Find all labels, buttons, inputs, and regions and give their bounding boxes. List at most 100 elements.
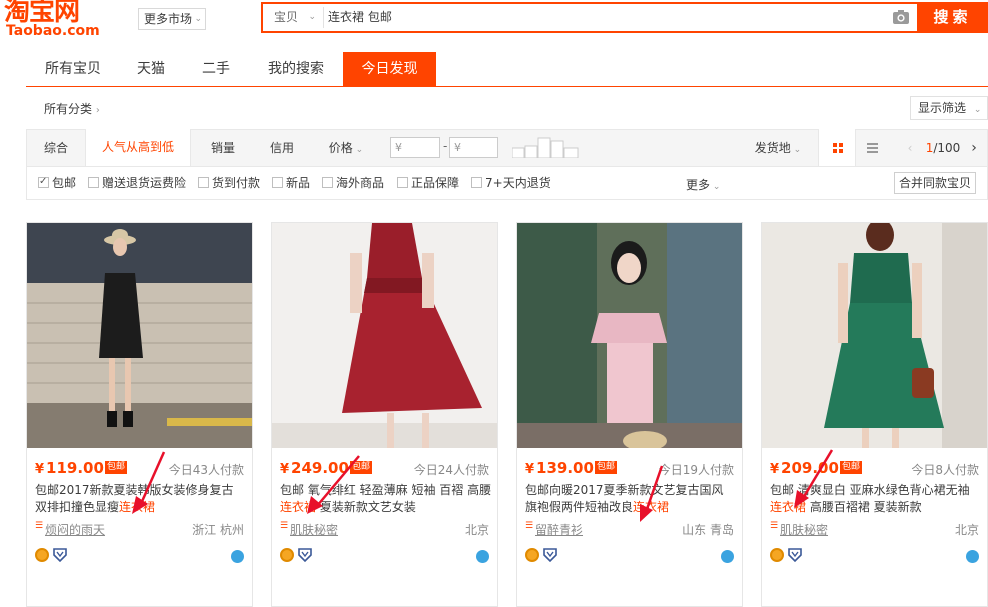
shield-icon[interactable] [788,548,802,562]
merge-same-items-button[interactable]: 合并同款宝贝 [894,172,976,194]
camera-icon[interactable] [892,9,910,25]
shield-icon[interactable] [53,548,67,562]
wangwang-chat-icon[interactable] [721,550,734,563]
search-scope-label: 宝贝 [274,10,299,24]
ship-from-label: 发货地 [754,141,791,155]
page-total: /100 [933,141,961,155]
gold-seller-icon[interactable] [770,548,784,562]
product-image[interactable] [517,223,742,448]
show-filter-dropdown[interactable]: 显示筛选 ⌄ [910,96,988,120]
filter-authentic[interactable]: 正品保障 [397,176,459,190]
shop-location: 山东 青岛 [682,523,734,537]
all-categories-label: 所有分类 [44,102,93,116]
payment-count: 今日19人付款 [658,463,734,477]
sort-price[interactable]: 价格 ⌄ [321,130,371,166]
price-range-dash: - [443,139,448,153]
price-distribution-icon[interactable] [512,136,580,158]
search-scope-dropdown[interactable]: 宝贝 ⌄ [268,7,324,28]
shop-link[interactable]: 肌肤秘密 [770,521,828,538]
product-card[interactable]: ¥249.00 包邮 今日24人付款 包邮 氧气绯红 轻盈薄麻 短袖 百褶 高腰… [271,222,498,607]
title-text: 双排扣撞色显瘦 [35,500,120,514]
tab-my-search[interactable]: 我的搜索 [250,52,342,87]
filter-label: 包邮 [52,176,77,190]
title-line: 包邮向暖2017夏季新款文艺复古国风 [525,483,724,497]
product-card[interactable]: ¥209.00 包邮 今日8人付款 包邮 清爽显白 亚麻水绿色背心裙无袖 连衣裙… [761,222,988,607]
product-card[interactable]: ¥139.00 包邮 今日19人付款 包邮向暖2017夏季新款文艺复古国风 旗袍… [516,222,743,607]
filter-overseas[interactable]: 海外商品 [322,176,384,190]
list-view-icon[interactable] [858,129,888,166]
filter-cod[interactable]: 货到付款 [198,176,260,190]
taobao-logo[interactable]: 淘宝网 Taobao.com [4,0,124,40]
checkbox-icon [471,177,482,188]
price-max-input[interactable]: ¥ [449,137,498,158]
shield-icon[interactable] [298,548,312,562]
filter-new[interactable]: 新品 [272,176,310,190]
gold-seller-icon[interactable] [35,548,49,562]
ship-from-dropdown[interactable]: 发货地 ⌄ [745,130,811,166]
annotation-arrow-icon [307,455,360,514]
free-shipping-badge: 包邮 [105,461,128,474]
tab-today-discovery[interactable]: 今日发现 [343,52,436,87]
shop-link[interactable]: 烦闷的雨天 [35,521,105,538]
product-price: ¥119.00 [35,459,104,477]
payment-count: 今日8人付款 [911,463,979,477]
wangwang-chat-icon[interactable] [966,550,979,563]
shop-location: 北京 [464,523,489,537]
page-indicator: 1/100 [923,130,963,166]
show-filter-label: 显示筛选 [918,101,967,115]
grid-view-icon[interactable] [818,129,856,166]
product-image[interactable] [762,223,987,448]
more-markets-label: 更多市场 [144,12,193,26]
checkbox-icon [88,177,99,188]
shield-icon[interactable] [543,548,557,562]
price-value: 119.00 [46,459,104,477]
all-categories[interactable]: 所有分类 › [44,100,100,117]
shop-link[interactable]: 留醉青衫 [525,521,583,538]
page-prev-icon[interactable]: ‹ [903,130,917,166]
search-button[interactable]: 搜索 [917,2,988,33]
payment-count: 今日43人付款 [168,463,244,477]
gold-seller-icon[interactable] [280,548,294,562]
page-next-icon[interactable]: › [967,130,981,166]
filter-7day-return[interactable]: 7+天内退货 [471,176,551,190]
product-card[interactable]: ¥119.00 包邮 今日43人付款 包邮2017新款夏装韩版女装修身复古 双排… [26,222,253,607]
product-image[interactable] [27,223,252,448]
search-input[interactable] [328,7,868,28]
filter-label: 货到付款 [212,176,261,190]
search-tabs: 所有宝贝 天猫 二手 我的搜索 今日发现 [26,52,988,87]
chevron-down-icon: ⌄ [308,12,316,22]
product-title[interactable]: 包邮向暖2017夏季新款文艺复古国风 旗袍假两件短袖改良连衣裙 [525,482,737,516]
more-filters-button[interactable]: 更多 ⌄ [686,176,720,193]
filter-label: 7+天内退货 [485,176,551,190]
annotation-arrow-icon [132,451,166,514]
tab-all-items[interactable]: 所有宝贝 [26,52,120,87]
shop-link[interactable]: 肌肤秘密 [280,521,338,538]
price-min-input[interactable]: ¥ [390,137,440,158]
filter-free-shipping[interactable]: 包邮 [38,175,77,190]
tab-second-hand[interactable]: 二手 [182,52,250,87]
sort-price-label: 价格 [328,141,353,155]
chevron-right-icon: › [95,105,100,116]
chevron-down-icon: ⌄ [352,145,364,155]
chevron-down-icon: ⌄ [194,14,202,24]
chevron-down-icon: ⌄ [710,182,721,192]
checkbox-icon [322,177,333,188]
wangwang-chat-icon[interactable] [231,550,244,563]
filter-return-insurance[interactable]: 赠送退货运费险 [88,176,186,190]
more-markets-dropdown[interactable]: 更多市场 ⌄ [138,8,206,30]
wangwang-chat-icon[interactable] [476,550,489,563]
price-value: 139.00 [536,459,594,477]
title-line: 旗袍假两件短袖改良连衣裙 [525,499,737,516]
sort-popularity[interactable]: 人气从高到低 [85,129,191,166]
gold-seller-icon[interactable] [525,548,539,562]
chevron-down-icon: ⌄ [973,105,982,115]
product-image[interactable] [272,223,497,448]
sort-credit[interactable]: 信用 [253,130,311,166]
sort-default[interactable]: 综合 [27,130,85,166]
tab-tmall[interactable]: 天猫 [120,52,182,87]
title-text: 旗袍假两件短袖改良 [525,500,634,514]
payment-count: 今日24人付款 [413,463,489,477]
sort-sales[interactable]: 销量 [193,130,253,166]
chevron-down-icon: ⌄ [790,145,802,155]
more-label: 更多 [686,178,711,192]
